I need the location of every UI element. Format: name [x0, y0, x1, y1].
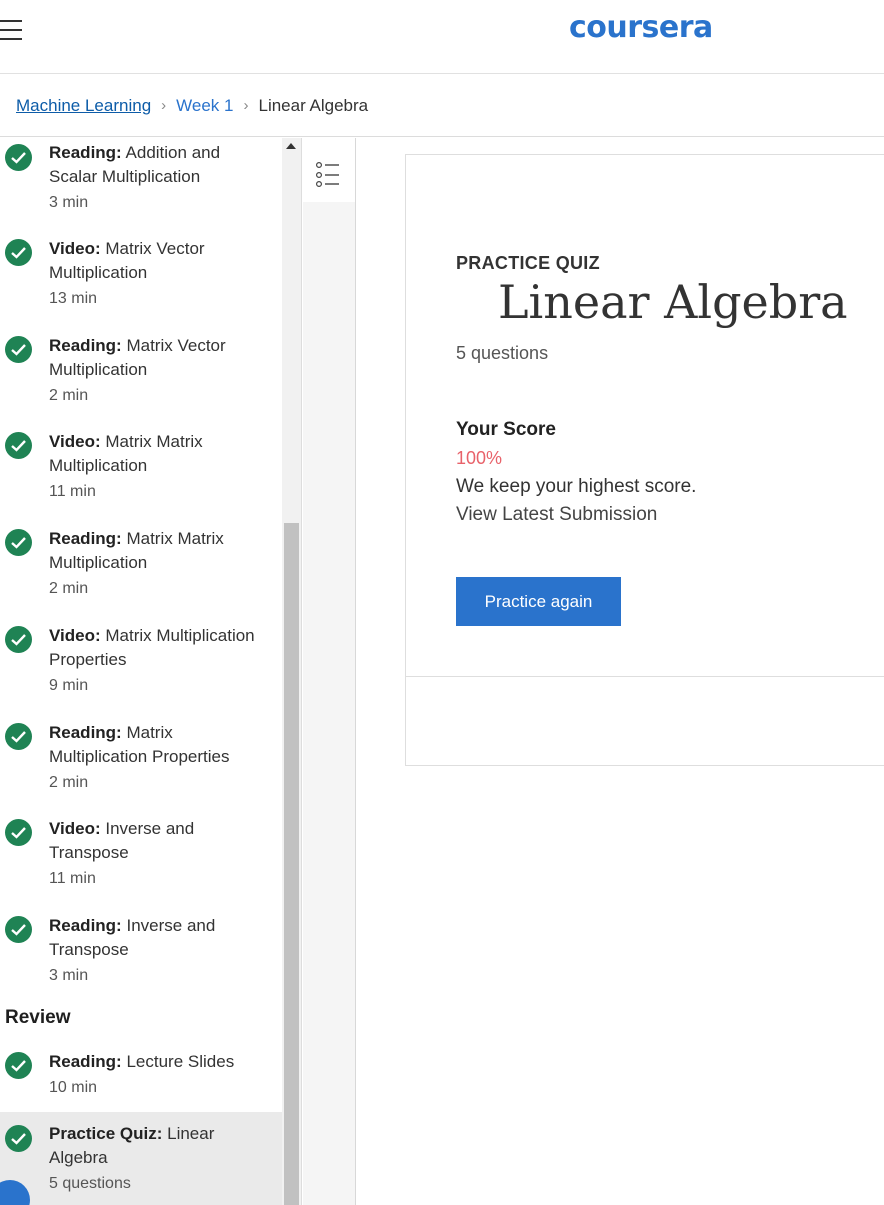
top-header: coursera — [0, 0, 884, 74]
sidebar-item-duration: 2 min — [49, 774, 89, 791]
quiz-type-label: PRACTICE QUIZ — [456, 253, 600, 273]
sidebar-item-title: Practice Quiz: Linear Algebra — [49, 1124, 215, 1167]
card-divider — [406, 676, 884, 677]
sidebar-item-duration: 9 min — [49, 677, 89, 694]
sidebar-item-title: Video: Matrix Matrix Multiplication — [49, 432, 203, 475]
sidebar-item[interactable]: Video: Inverse and Transpose 11 min — [0, 815, 282, 911]
section-heading-review: Review — [5, 1007, 71, 1028]
sidebar-item-title: Reading: Matrix Multiplication Propertie… — [49, 723, 230, 766]
checkmark-icon — [5, 1052, 32, 1079]
breadcrumb-week-link[interactable]: Week 1 — [176, 96, 233, 116]
sidebar-toggle-column — [303, 138, 356, 1205]
view-latest-submission-link[interactable]: View Latest Submission — [456, 504, 657, 526]
sidebar-item-duration: 2 min — [49, 580, 89, 597]
breadcrumb-course-link[interactable]: Machine Learning — [16, 96, 151, 116]
sidebar-item[interactable]: Reading: Lecture Slides 10 min — [0, 1043, 282, 1111]
checkmark-icon — [5, 916, 32, 943]
menu-icon[interactable] — [0, 18, 22, 42]
sidebar-item-title: Reading: Inverse and Transpose — [49, 916, 216, 959]
sidebar-item[interactable]: Video: Matrix Vector Multiplication 13 m… — [0, 235, 282, 331]
chevron-right-icon: › — [161, 97, 167, 114]
chevron-right-icon: › — [243, 97, 249, 114]
sidebar-item[interactable]: Reading: Matrix Matrix Multiplication 2 … — [0, 525, 282, 621]
checkmark-icon — [5, 1125, 32, 1152]
checkmark-icon — [5, 819, 32, 846]
sidebar-scrollbar-thumb[interactable] — [284, 523, 299, 1205]
sidebar-item-title: Video: Matrix Multiplication Properties — [49, 626, 255, 669]
sidebar-item[interactable]: Reading: Inverse and Transpose 3 min — [0, 912, 282, 1008]
sidebar-item-duration: 5 questions — [49, 1175, 131, 1192]
checkmark-icon — [5, 723, 32, 750]
sidebar-item-duration: 11 min — [49, 483, 96, 500]
sidebar-item-title: Reading: Matrix Matrix Multiplication — [49, 529, 224, 572]
sidebar-item-active[interactable]: Practice Quiz: Linear Algebra 5 question… — [0, 1112, 282, 1205]
sidebar-item-title: Video: Inverse and Transpose — [49, 819, 195, 862]
sidebar-item[interactable]: Reading: Matrix Vector Multiplication 2 … — [0, 332, 282, 428]
page-title: Linear Algebra — [498, 275, 848, 329]
checkmark-icon — [5, 239, 32, 266]
question-count: 5 questions — [456, 343, 549, 363]
checkmark-icon — [5, 529, 32, 556]
score-value: 100% — [456, 448, 503, 468]
breadcrumb: Machine Learning › Week 1 › Linear Algeb… — [0, 75, 884, 137]
sidebar-item[interactable]: Reading: Addition and Scalar Multiplicat… — [0, 138, 282, 234]
score-note: We keep your highest score. — [456, 476, 697, 497]
sidebar-item-title: Reading: Lecture Slides — [49, 1052, 235, 1071]
checkmark-icon — [5, 336, 32, 363]
quiz-card: PRACTICE QUIZ Linear Algebra 5 questions… — [405, 154, 884, 766]
checkmark-icon — [5, 626, 32, 653]
course-sidebar: Reading: Addition and Scalar Multiplicat… — [0, 138, 302, 1205]
sidebar-item-title: Reading: Matrix Vector Multiplication — [49, 336, 226, 379]
sidebar-item-duration: 3 min — [49, 967, 89, 984]
outline-toggle-button[interactable] — [303, 138, 355, 202]
sidebar-item[interactable]: Video: Matrix Matrix Multiplication 11 m… — [0, 428, 282, 524]
sidebar-item-duration: 13 min — [49, 290, 98, 307]
breadcrumb-current: Linear Algebra — [258, 95, 369, 115]
sidebar-item-duration: 2 min — [49, 387, 89, 404]
score-label: Your Score — [456, 419, 556, 440]
list-outline-icon — [316, 162, 339, 187]
practice-again-button[interactable]: Practice again — [456, 577, 621, 626]
sidebar-item-duration: 11 min — [49, 870, 96, 887]
checkmark-icon — [5, 144, 32, 171]
sidebar-item-title: Video: Matrix Vector Multiplication — [49, 239, 205, 282]
sidebar-item[interactable]: Video: Matrix Multiplication Properties … — [0, 622, 282, 718]
sidebar-item-duration: 10 min — [49, 1079, 98, 1096]
scroll-up-arrow-icon[interactable] — [286, 143, 296, 149]
sidebar-item-title: Reading: Addition and Scalar Multiplicat… — [49, 143, 221, 186]
checkmark-icon — [5, 432, 32, 459]
sidebar-item-duration: 3 min — [49, 194, 89, 211]
coursera-logo[interactable]: coursera — [569, 10, 713, 45]
sidebar-item[interactable]: Reading: Matrix Multiplication Propertie… — [0, 719, 282, 815]
